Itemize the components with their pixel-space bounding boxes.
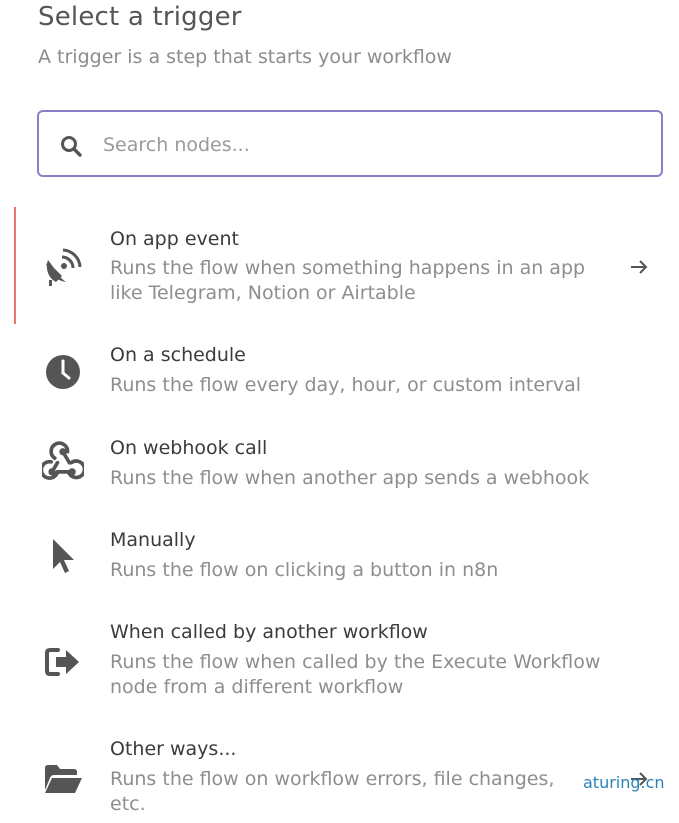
trigger-name: On webhook call — [110, 437, 268, 459]
trigger-name: On a schedule — [110, 344, 246, 366]
trigger-name: On app event — [110, 228, 239, 250]
page-subtitle: A trigger is a step that starts your wor… — [38, 46, 452, 68]
trigger-description: Runs the flow when another app sends a w… — [110, 467, 590, 489]
trigger-description: Runs the flow on workflow errors, file c… — [110, 768, 555, 815]
search-icon — [61, 136, 82, 157]
trigger-description: Runs the flow on clicking a button in n8… — [110, 559, 499, 581]
folder-open-icon — [45, 765, 82, 793]
trigger-description: Runs the flow when something happens in … — [110, 257, 586, 304]
webhook-icon — [42, 441, 84, 480]
trigger-name: When called by another workflow — [110, 621, 428, 643]
trigger-item-other-ways[interactable]: Other ways... Runs the flow on workflow … — [0, 738, 679, 820]
search-input[interactable] — [101, 122, 645, 168]
trigger-description: Runs the flow every day, hour, or custom… — [110, 374, 582, 396]
watermark: aturing.cn — [583, 773, 665, 792]
trigger-item-manually[interactable]: Manually Runs the flow on clicking a but… — [0, 529, 679, 591]
clock-icon — [46, 355, 80, 389]
trigger-description: Runs the flow when called by the Execute… — [110, 651, 601, 698]
trigger-item-called-by-workflow[interactable]: When called by another workflow Runs the… — [0, 621, 679, 707]
trigger-item-app-event[interactable]: On app event Runs the flow when somethin… — [0, 226, 679, 316]
trigger-panel: Select a trigger A trigger is a step tha… — [0, 0, 679, 823]
trigger-name: Manually — [110, 529, 196, 551]
mouse-pointer-icon — [53, 539, 74, 573]
trigger-name: Other ways... — [110, 738, 237, 760]
arrow-right-icon[interactable] — [628, 256, 650, 278]
trigger-item-schedule[interactable]: On a schedule Runs the flow every day, h… — [0, 344, 679, 406]
trigger-item-webhook[interactable]: On webhook call Runs the flow when anoth… — [0, 437, 679, 499]
sign-in-icon — [45, 648, 79, 676]
search-box[interactable] — [37, 110, 663, 177]
page-title: Select a trigger — [38, 2, 242, 32]
satellite-dish-icon — [46, 248, 82, 286]
